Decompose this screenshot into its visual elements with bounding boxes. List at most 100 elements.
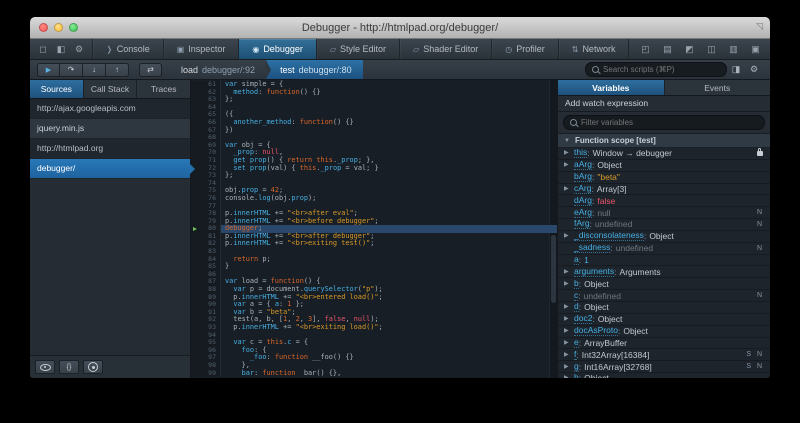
variable-name[interactable]: bArg	[574, 172, 592, 182]
filter-variables-input[interactable]	[581, 118, 758, 127]
settings-icon[interactable]: ⚙	[70, 39, 88, 59]
expand-arrow-icon[interactable]: ▶	[564, 150, 574, 156]
variable-row[interactable]: ▶f:Int32Array[16384]S N	[558, 349, 770, 361]
variable-row[interactable]: ▶g:Int16Array[32768]S N	[558, 361, 770, 373]
variable-row[interactable]: ▶d:Object	[558, 302, 770, 314]
code-line[interactable]: 63};	[191, 96, 557, 104]
tab-debugger[interactable]: ◉Debugger	[239, 39, 317, 59]
variable-row[interactable]: ▶this:Window → debugger	[558, 148, 770, 160]
variable-row[interactable]: ▶e:ArrayBuffer	[558, 338, 770, 350]
code-line[interactable]: 72 set prop(val) { this._prop = val; }	[191, 165, 557, 173]
panel-tab-variables[interactable]: Variables	[558, 80, 665, 95]
step-over-button[interactable]: ↷	[60, 63, 83, 77]
variable-name[interactable]: fArg	[574, 219, 590, 229]
source-item[interactable]: http://htmlpad.org	[30, 139, 190, 159]
expand-arrow-icon[interactable]: ▶	[564, 375, 574, 378]
scratchpad-icon[interactable]: ▥	[723, 44, 743, 55]
stack-frame-0[interactable]: loaddebugger/:92	[170, 60, 266, 79]
code-line[interactable]: 84 return p;	[191, 256, 557, 264]
variable-value[interactable]: Object	[598, 314, 623, 324]
search-scripts-input[interactable]	[603, 65, 720, 74]
variable-value[interactable]: Int16Array[32768]	[584, 362, 652, 372]
pick-element-icon[interactable]: ◰	[635, 44, 655, 55]
variable-row[interactable]: ▶docAsProto:Object	[558, 326, 770, 338]
variable-name[interactable]: cArg	[574, 184, 591, 194]
variable-value[interactable]: Arguments	[620, 267, 661, 277]
variable-name[interactable]: _sadness	[574, 243, 610, 253]
toggle-breakpoints-button[interactable]	[83, 360, 103, 374]
expand-arrow-icon[interactable]: ▶	[564, 233, 574, 239]
code-line[interactable]: 76console.log(obj.prop);	[191, 195, 557, 203]
code-line[interactable]: 67})	[191, 127, 557, 135]
variable-row[interactable]: ▶cArg:Array[3]	[558, 184, 770, 196]
toggle-pause-exceptions-button[interactable]: ⇄	[139, 63, 162, 77]
variable-row[interactable]: ▶doc2:Object	[558, 314, 770, 326]
fullscreen-icon[interactable]: ◹	[756, 22, 763, 31]
expand-arrow-icon[interactable]: ▶	[564, 328, 574, 334]
expand-arrow-icon[interactable]: ▶	[564, 352, 574, 358]
variable-value[interactable]: Object	[584, 302, 609, 312]
variable-row[interactable]: eArg:nullN	[558, 207, 770, 219]
code-line[interactable]: 85}	[191, 263, 557, 271]
expand-arrow-icon[interactable]: ▶	[564, 269, 574, 275]
source-item[interactable]: debugger/	[30, 159, 190, 179]
variable-value[interactable]: Window → debugger	[593, 148, 672, 158]
variable-row[interactable]: a:1	[558, 255, 770, 267]
variable-name[interactable]: arguments	[574, 267, 614, 277]
sidebar-toggle-icon[interactable]: ◧	[52, 39, 70, 59]
sources-tab-sources[interactable]: Sources	[30, 80, 84, 98]
variable-name[interactable]: doc2	[574, 314, 592, 324]
add-watch-expression[interactable]: Add watch expression	[558, 96, 770, 112]
variable-name[interactable]: this	[574, 148, 587, 158]
step-in-button[interactable]: ↓	[83, 63, 106, 77]
variable-name[interactable]: _disconsolateness	[574, 231, 644, 241]
variable-value[interactable]: Object	[584, 373, 609, 378]
tilt-3d-icon[interactable]: ◫	[701, 44, 721, 55]
expand-arrow-icon[interactable]: ▶	[564, 304, 574, 310]
variable-value[interactable]: undefined	[584, 291, 621, 301]
minimize-window-button[interactable]	[54, 23, 63, 32]
code-line[interactable]: 82p.innerHTML += "<br>exiting test()";	[191, 240, 557, 248]
variable-row[interactable]: dArg:false	[558, 195, 770, 207]
expand-arrow-icon[interactable]: ▶	[564, 340, 574, 346]
tab-shader-editor[interactable]: ▱Shader Editor	[400, 39, 492, 59]
variable-value[interactable]: Object	[649, 231, 674, 241]
code-line[interactable]: 73};	[191, 172, 557, 180]
variable-value[interactable]: Object	[584, 279, 609, 289]
toolbox-options-icon[interactable]: ▣	[745, 44, 765, 55]
tab-network[interactable]: ⇅Network	[559, 39, 630, 59]
tab-profiler[interactable]: ◷Profiler	[492, 39, 559, 59]
variable-row[interactable]: c:undefinedN	[558, 290, 770, 302]
titlebar[interactable]: Debugger - http://htmlpad.org/debugger/ …	[30, 17, 770, 39]
variable-value[interactable]: 1	[584, 255, 589, 265]
code-line[interactable]: 66 another_method: function() {}	[191, 119, 557, 127]
variable-name[interactable]: eArg	[574, 208, 592, 218]
eyedropper-icon[interactable]: ◩	[679, 44, 699, 55]
expand-arrow-icon[interactable]: ▶	[564, 162, 574, 168]
tab-style-editor[interactable]: ▱Style Editor	[317, 39, 400, 59]
source-item[interactable]: http://ajax.googleapis.com	[30, 99, 190, 119]
pretty-print-button[interactable]: {}	[59, 360, 79, 374]
blackbox-source-button[interactable]	[35, 360, 55, 374]
expand-arrow-icon[interactable]: ▶	[564, 364, 574, 370]
resume-button[interactable]: ▶	[37, 63, 60, 77]
close-window-button[interactable]	[39, 23, 48, 32]
variable-value[interactable]: Array[3]	[597, 184, 627, 194]
variable-name[interactable]: docAsProto	[574, 326, 618, 336]
expand-arrow-icon[interactable]: ▶	[564, 316, 574, 322]
panel-tab-events[interactable]: Events	[665, 80, 771, 95]
step-out-button[interactable]: ↑	[106, 63, 129, 77]
zoom-window-button[interactable]	[69, 23, 78, 32]
variable-value[interactable]: Int32Array[16384]	[582, 350, 650, 360]
sources-tab-traces[interactable]: Traces	[137, 80, 190, 98]
stack-frame-1[interactable]: testdebugger/:80	[266, 60, 363, 79]
source-item[interactable]: jquery.min.js	[30, 119, 190, 139]
variable-row[interactable]: ▶b:Object	[558, 278, 770, 290]
variable-name[interactable]: dArg	[574, 196, 592, 206]
variable-row[interactable]: ▶h:Object	[558, 373, 770, 378]
variable-row[interactable]: fArg:undefinedN	[558, 219, 770, 231]
variable-value[interactable]: "beta"	[597, 172, 620, 182]
scope-header[interactable]: ▼ Function scope [test]	[558, 134, 770, 148]
variable-row[interactable]: ▶arguments:Arguments	[558, 266, 770, 278]
device-icon[interactable]: ◻	[34, 39, 52, 59]
